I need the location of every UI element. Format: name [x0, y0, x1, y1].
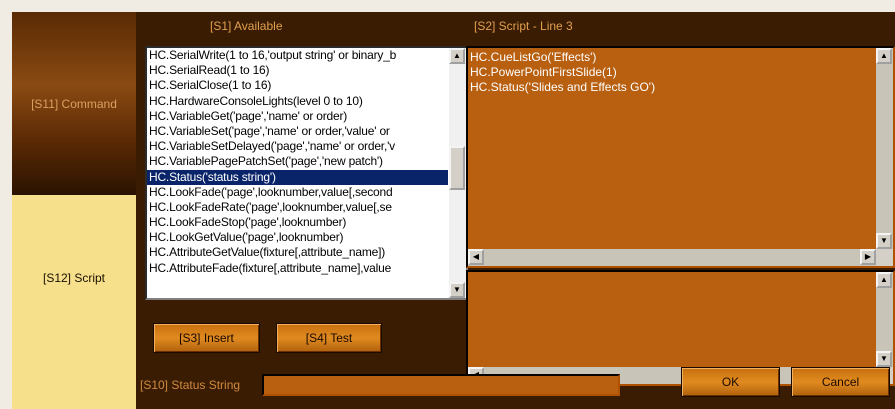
cancel-button[interactable]: Cancel	[791, 367, 890, 397]
script-lines: HC.CueListGo('Effects') HC.PowerPointFir…	[470, 50, 655, 95]
list-item[interactable]: HC.SerialClose(1 to 16)	[147, 78, 448, 93]
script-header: [S2] Script - Line 3	[474, 19, 573, 33]
command-tab[interactable]: [S11] Command	[12, 12, 136, 195]
test-button-label: [S4] Test	[305, 331, 353, 345]
dialog-frame: [S11] Command [S12] Script [S1] Availabl…	[12, 12, 895, 409]
available-list[interactable]: HC.SerialWrite(1 to 16,'output string' o…	[145, 46, 468, 300]
cancel-button-label: Cancel	[821, 375, 860, 389]
ok-button[interactable]: OK	[681, 367, 780, 397]
scroll-up-icon[interactable]: ▲	[449, 48, 465, 64]
scroll-right-icon[interactable]: ▶	[860, 249, 876, 265]
list-item[interactable]: HC.LookFade('page',looknumber,value[,sec…	[147, 185, 448, 200]
insert-button[interactable]: [S3] Insert	[153, 323, 260, 353]
status-string-input[interactable]	[262, 374, 620, 396]
list-item[interactable]: HC.VariablePagePatchSet('page','new patc…	[147, 154, 448, 169]
script-tab-label: [S12] Script	[42, 271, 106, 285]
script-line: HC.CueListGo('Effects')	[470, 50, 597, 64]
list-item[interactable]: HC.VariableSetDelayed('page','name' or o…	[147, 139, 448, 154]
list-item[interactable]: HC.LookFadeStop('page',looknumber)	[147, 215, 448, 230]
scroll-up-icon[interactable]: ▲	[876, 48, 892, 64]
available-header: [S1] Available	[210, 19, 283, 33]
script-line: HC.PowerPointFirstSlide(1)	[470, 65, 617, 79]
command-tab-label: [S11] Command	[31, 96, 117, 111]
script-editor[interactable]: HC.CueListGo('Effects') HC.PowerPointFir…	[466, 46, 895, 268]
scroll-down-icon[interactable]: ▼	[449, 282, 465, 298]
scroll-up-icon[interactable]: ▲	[876, 272, 892, 288]
scroll-corner	[876, 249, 893, 266]
scroll-down-icon[interactable]: ▼	[876, 233, 892, 249]
list-item[interactable]: HC.SerialWrite(1 to 16,'output string' o…	[147, 48, 448, 63]
list-item[interactable]: HC.VariableGet('page','name' or order)	[147, 109, 448, 124]
list-item[interactable]: HC.LookFadeRate('page',looknumber,value[…	[147, 200, 448, 215]
list-item-selected[interactable]: HC.Status('status string')	[147, 169, 448, 185]
list-item[interactable]: HC.SerialRead(1 to 16)	[147, 63, 448, 78]
script-hscrollbar[interactable]: ◀ ▶	[468, 249, 876, 266]
available-list-items: HC.SerialWrite(1 to 16,'output string' o…	[147, 48, 448, 298]
list-item[interactable]: HC.AttributeGetValue(fixture[,attribute_…	[147, 245, 448, 260]
list-item[interactable]: HC.LookGetValue('page',looknumber)	[147, 230, 448, 245]
insert-button-label: [S3] Insert	[179, 331, 234, 345]
script-vscrollbar[interactable]: ▲ ▼	[876, 48, 893, 249]
scroll-down-icon[interactable]: ▼	[876, 351, 892, 367]
test-button[interactable]: [S4] Test	[276, 323, 382, 353]
script-line: HC.Status('Slides and Effects GO')	[470, 80, 656, 94]
list-item[interactable]: HC.VariableSet('page','name' or order,'v…	[147, 124, 448, 139]
status-string-label: [S10] Status String	[140, 378, 241, 392]
scroll-thumb[interactable]	[449, 146, 465, 190]
list-item[interactable]: HC.HardwareConsoleLights(level 0 to 10)	[147, 94, 448, 109]
available-list-scrollbar[interactable]: ▲ ▼	[449, 48, 466, 298]
list-item[interactable]: HC.AttributeFade(fixture[,attribute_name…	[147, 261, 448, 276]
scroll-left-icon[interactable]: ◀	[468, 249, 484, 265]
output-vscrollbar[interactable]: ▲ ▼	[876, 272, 893, 367]
ok-button-label: OK	[721, 375, 740, 389]
script-tab[interactable]: [S12] Script	[12, 195, 136, 409]
